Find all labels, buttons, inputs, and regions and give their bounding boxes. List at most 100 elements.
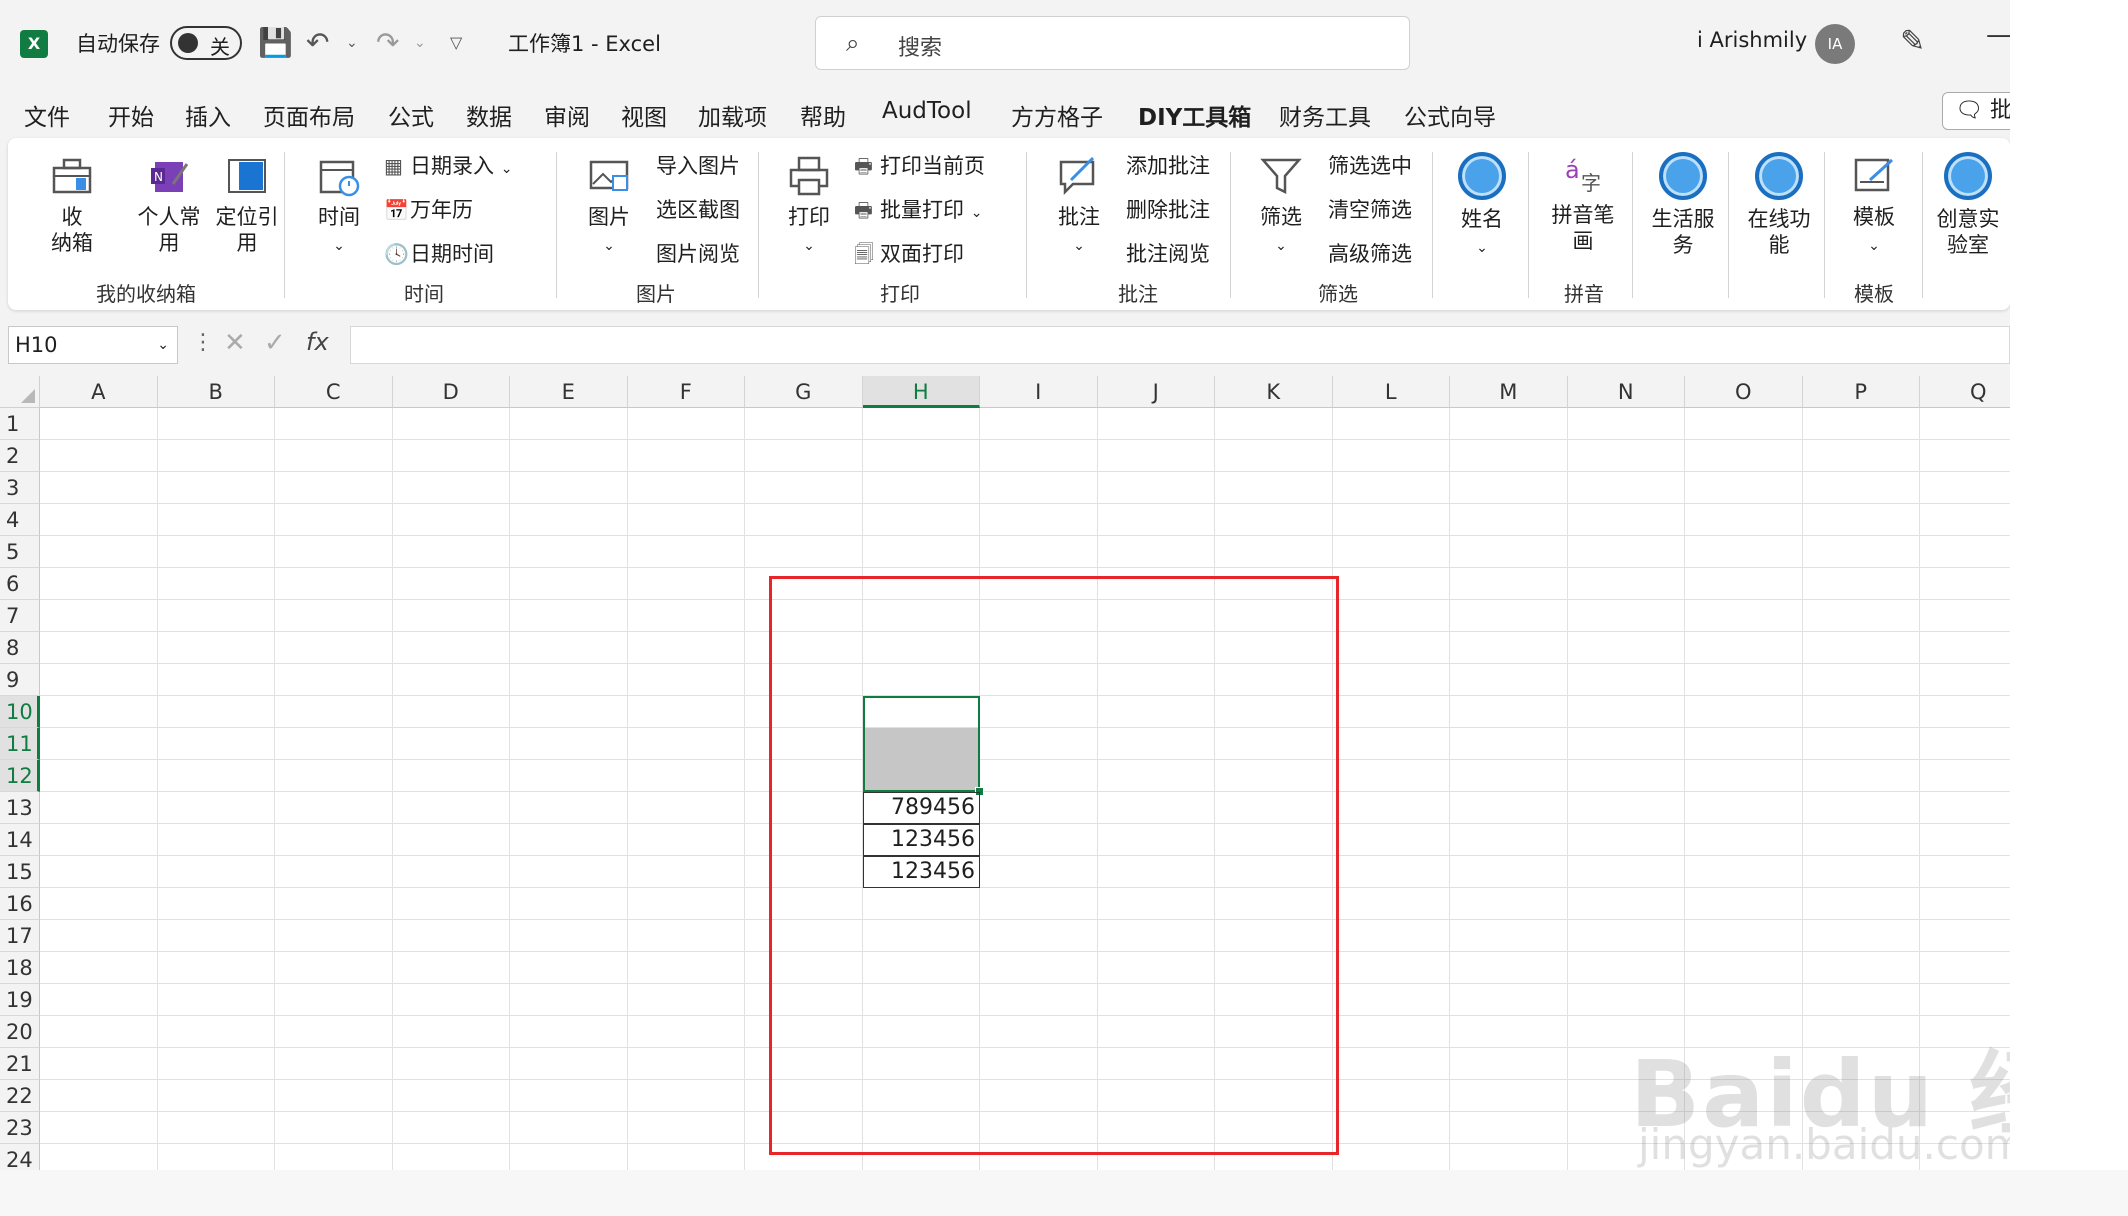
save-icon[interactable]: 💾 <box>258 26 293 60</box>
row-header-4[interactable]: 4 <box>0 504 40 536</box>
avatar[interactable]: IA <box>1815 24 1855 64</box>
clear-filter-button[interactable]: 清空筛选 <box>1328 194 1412 224</box>
filter-selected-button[interactable]: 筛选选中 <box>1328 150 1412 180</box>
tab-fangfang[interactable]: 方方格子 <box>1011 98 1103 132</box>
tab-file[interactable]: 文件 <box>24 98 70 132</box>
creative-lab-button[interactable]: 创意实 验室 <box>1928 152 2008 258</box>
autosave-toggle[interactable]: 关 <box>170 26 242 60</box>
tab-help[interactable]: 帮助 <box>800 98 846 132</box>
tab-addins[interactable]: 加载项 <box>698 98 767 132</box>
area-capture-button[interactable]: 选区截图 <box>656 194 740 224</box>
time-button[interactable]: 时间 ⌄ <box>304 154 374 259</box>
customize-quick-access-icon[interactable]: ▽ <box>450 26 462 60</box>
search-input[interactable]: ⌕ 搜索 <box>815 16 1410 70</box>
datetime-button[interactable]: 🕓日期时间 <box>384 238 494 268</box>
tab-data[interactable]: 数据 <box>466 98 512 132</box>
column-header-l[interactable]: L <box>1332 376 1450 408</box>
pinyin-strokes-button[interactable]: á字 拼音笔 画 <box>1538 152 1628 254</box>
tab-review[interactable]: 审阅 <box>544 98 590 132</box>
column-header-o[interactable]: O <box>1685 376 1803 408</box>
row-header-3[interactable]: 3 <box>0 472 40 504</box>
row-header-21[interactable]: 21 <box>0 1048 40 1080</box>
column-header-k[interactable]: K <box>1215 376 1333 408</box>
tab-home[interactable]: 开始 <box>108 98 154 132</box>
column-header-h[interactable]: H <box>862 376 980 408</box>
undo-dropdown-icon[interactable]: ⌄ <box>346 26 358 60</box>
redo-dropdown-icon[interactable]: ⌄ <box>414 26 426 60</box>
column-header-g[interactable]: G <box>745 376 863 408</box>
comments-button[interactable]: 🗨 批注 <box>1942 92 2010 130</box>
row-header-1[interactable]: 1 <box>0 408 40 440</box>
tab-insert[interactable]: 插入 <box>185 98 231 132</box>
row-header-14[interactable]: 14 <box>0 824 40 856</box>
storage-box-button[interactable]: 收 纳箱 <box>32 154 112 256</box>
row-header-12[interactable]: 12 <box>0 760 40 792</box>
column-header-p[interactable]: P <box>1802 376 1920 408</box>
column-header-e[interactable]: E <box>510 376 628 408</box>
column-header-b[interactable]: B <box>157 376 275 408</box>
redo-icon[interactable]: ↷ <box>376 26 399 60</box>
comment-browse-button[interactable]: 批注阅览 <box>1126 238 1210 268</box>
minimize-icon[interactable]: — <box>1986 20 2010 50</box>
name-button[interactable]: 姓名 ⌄ <box>1442 152 1522 261</box>
delete-comment-button[interactable]: 删除批注 <box>1126 194 1210 224</box>
tab-view[interactable]: 视图 <box>621 98 667 132</box>
chevron-down-icon[interactable]: ⌄ <box>157 327 169 363</box>
row-header-22[interactable]: 22 <box>0 1080 40 1112</box>
column-header-f[interactable]: F <box>627 376 745 408</box>
picture-browse-button[interactable]: 图片阅览 <box>656 238 740 268</box>
column-header-c[interactable]: C <box>275 376 393 408</box>
online-function-button[interactable]: 在线功 能 <box>1734 152 1824 258</box>
row-header-13[interactable]: 13 <box>0 792 40 824</box>
row-header-19[interactable]: 19 <box>0 984 40 1016</box>
row-header-5[interactable]: 5 <box>0 536 40 568</box>
undo-icon[interactable]: ↶ <box>306 26 329 60</box>
tab-finance[interactable]: 财务工具 <box>1279 98 1371 132</box>
tab-diy-toolbox[interactable]: DIY工具箱 <box>1138 98 1252 140</box>
column-header-i[interactable]: I <box>980 376 1098 408</box>
template-button[interactable]: 模板 ⌄ <box>1834 154 1914 259</box>
import-picture-button[interactable]: 导入图片 <box>656 150 740 180</box>
select-all-button[interactable] <box>0 376 40 408</box>
row-header-17[interactable]: 17 <box>0 920 40 952</box>
row-header-16[interactable]: 16 <box>0 888 40 920</box>
row-header-8[interactable]: 8 <box>0 632 40 664</box>
perpetual-calendar-button[interactable]: 📅万年历 <box>384 194 473 224</box>
name-box[interactable]: H10 ⌄ <box>8 326 178 364</box>
personal-common-button[interactable]: N 个人常 用 <box>126 154 212 256</box>
comment-button[interactable]: 批注 ⌄ <box>1044 154 1114 259</box>
column-header-q[interactable]: Q <box>1920 376 2010 408</box>
designer-pen-icon[interactable]: ✎ <box>1900 24 1925 59</box>
enter-icon[interactable]: ✓ <box>264 328 286 358</box>
tab-page-layout[interactable]: 页面布局 <box>263 98 355 132</box>
tab-formulas[interactable]: 公式 <box>388 98 434 132</box>
row-header-23[interactable]: 23 <box>0 1112 40 1144</box>
more-options-icon[interactable]: ⋮ <box>192 330 214 355</box>
advanced-filter-button[interactable]: 高级筛选 <box>1328 238 1412 268</box>
column-header-m[interactable]: M <box>1450 376 1568 408</box>
user-name[interactable]: i Arishmily <box>1697 28 1807 52</box>
insert-function-icon[interactable]: fx <box>306 328 329 356</box>
locate-reference-button[interactable]: 定位引 用 <box>204 154 290 256</box>
column-header-j[interactable]: J <box>1097 376 1215 408</box>
row-header-2[interactable]: 2 <box>0 440 40 472</box>
row-header-18[interactable]: 18 <box>0 952 40 984</box>
row-header-9[interactable]: 9 <box>0 664 40 696</box>
column-header-d[interactable]: D <box>392 376 510 408</box>
column-header-a[interactable]: A <box>40 376 158 408</box>
picture-button[interactable]: 图片 ⌄ <box>574 154 644 259</box>
row-header-10[interactable]: 10 <box>0 696 40 728</box>
cancel-icon[interactable]: ✕ <box>224 328 246 358</box>
column-header-n[interactable]: N <box>1567 376 1685 408</box>
date-entry-button[interactable]: ▦ 日期录入 ⌄ <box>384 150 512 180</box>
tab-audtool[interactable]: AudTool <box>882 98 972 124</box>
row-header-15[interactable]: 15 <box>0 856 40 888</box>
row-header-24[interactable]: 24 <box>0 1144 40 1170</box>
row-header-20[interactable]: 20 <box>0 1016 40 1048</box>
row-header-11[interactable]: 11 <box>0 728 40 760</box>
filter-button[interactable]: 筛选 ⌄ <box>1246 154 1316 259</box>
spreadsheet-grid[interactable]: A B C D E F G H I J K L M N O P Q 1 2 3 4 5 6 7 8 9 10 11 12 13 14 15 16… <box>0 376 2010 1170</box>
tab-formula-wizard[interactable]: 公式向导 <box>1404 98 1496 132</box>
row-header-6[interactable]: 6 <box>0 568 40 600</box>
batch-print-button[interactable]: 🖶 批量打印 ⌄ <box>854 194 982 230</box>
